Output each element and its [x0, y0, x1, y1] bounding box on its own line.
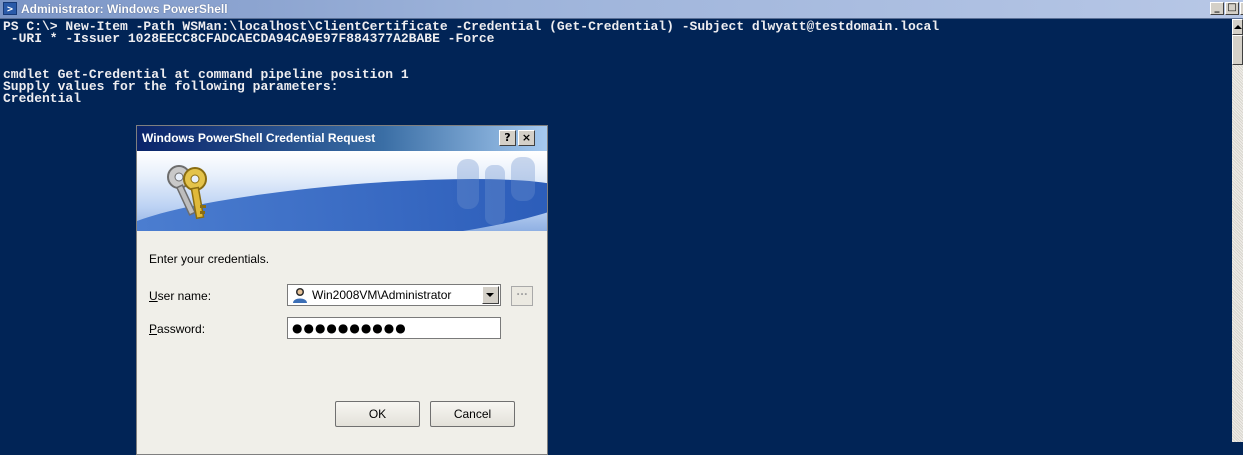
- username-label-accesskey: U: [149, 289, 158, 303]
- dialog-title: Windows PowerShell Credential Request: [142, 131, 376, 145]
- window-title: Administrator: Windows PowerShell: [21, 2, 228, 16]
- username-combobox[interactable]: Win2008VM\Administrator: [287, 284, 501, 306]
- vertical-scrollbar[interactable]: [1232, 19, 1243, 442]
- maximize-button[interactable]: □: [1225, 2, 1239, 15]
- username-label: User name:: [149, 289, 211, 303]
- scroll-up-arrow-icon[interactable]: [1232, 19, 1243, 35]
- keys-icon: [167, 165, 207, 220]
- scrollbar-thumb[interactable]: [1232, 35, 1243, 65]
- password-label-accesskey: P: [149, 322, 158, 336]
- dialog-titlebar[interactable]: Windows PowerShell Credential Request ? …: [137, 126, 547, 151]
- keys-watermark-icon: [457, 157, 535, 225]
- chevron-down-icon[interactable]: [482, 286, 499, 304]
- ok-button[interactable]: OK: [335, 401, 420, 427]
- password-field[interactable]: ●●●●●●●●●●: [287, 317, 501, 339]
- powershell-icon: >: [3, 2, 17, 15]
- minimize-button[interactable]: _: [1210, 2, 1224, 15]
- password-label-text: assword:: [157, 322, 206, 336]
- console-line: Credential: [3, 91, 82, 106]
- username-value: Win2008VM\Administrator: [312, 288, 452, 302]
- browse-button[interactable]: ...: [511, 286, 533, 306]
- console-line: -URI * -Issuer 1028EECC8CFADCAECDA94CA9E…: [3, 31, 495, 46]
- password-label: Password:: [149, 322, 205, 336]
- credentials-prompt: Enter your credentials.: [149, 252, 270, 266]
- help-button[interactable]: ?: [499, 130, 516, 146]
- user-icon: [293, 288, 307, 303]
- credential-dialog: Windows PowerShell Credential Request ? …: [136, 125, 548, 455]
- username-label-text: ser name:: [157, 289, 212, 303]
- dialog-banner: [137, 151, 547, 231]
- dialog-close-button[interactable]: ×: [518, 130, 535, 146]
- cancel-button[interactable]: Cancel: [430, 401, 515, 427]
- window-titlebar[interactable]: > Administrator: Windows PowerShell _ □: [0, 0, 1243, 19]
